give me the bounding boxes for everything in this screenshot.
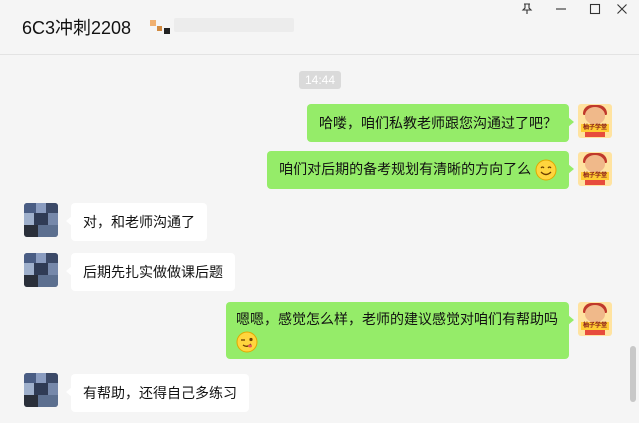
- title-bar: 6C3冲刺2208: [0, 0, 639, 55]
- contact-avatar[interactable]: [24, 373, 58, 407]
- message-bubble-received[interactable]: 后期先扎实做做课后题: [66, 253, 235, 291]
- my-avatar[interactable]: 柚子学堂: [578, 152, 612, 186]
- message-timestamp: 14:44: [299, 71, 341, 89]
- chat-title: 6C3冲刺2208: [22, 18, 132, 38]
- chat-area[interactable]: 14:44 哈喽，咱们私教老师跟您沟通过了吧？ 柚子学堂 咱们对后期的备考规划有…: [0, 56, 639, 423]
- smile-emoji-icon: [535, 159, 557, 181]
- minimize-icon[interactable]: [544, 0, 578, 18]
- avatar-badge: 柚子学堂: [581, 124, 609, 132]
- close-icon[interactable]: [605, 0, 639, 18]
- avatar-badge: 柚子学堂: [581, 322, 609, 330]
- message-text: 有帮助，还得自己多练习: [83, 385, 237, 401]
- contact-avatar[interactable]: [24, 203, 58, 237]
- my-avatar[interactable]: 柚子学堂: [578, 104, 612, 138]
- title-obscured-text: [150, 16, 300, 36]
- wink-emoji-icon: [236, 331, 258, 353]
- message-bubble-received[interactable]: 有帮助，还得自己多练习: [66, 374, 249, 412]
- message-text: 哈喽，咱们私教老师跟您沟通过了吧？: [319, 115, 557, 131]
- contact-avatar[interactable]: [24, 253, 58, 287]
- avatar-badge: 柚子学堂: [581, 172, 609, 180]
- pin-icon[interactable]: [510, 0, 544, 18]
- message-bubble-sent[interactable]: 咱们对后期的备考规划有清晰的方向了么: [267, 151, 574, 190]
- message-text: 咱们对后期的备考规划有清晰的方向了么: [279, 161, 532, 177]
- message-text: 嗯嗯，感觉怎么样，老师的建议感觉对咱们有帮助吗: [236, 311, 558, 327]
- message-text: 对，和老师沟通了: [83, 214, 195, 230]
- message-bubble-sent[interactable]: 嗯嗯，感觉怎么样，老师的建议感觉对咱们有帮助吗: [226, 302, 574, 360]
- chat-scrollbar[interactable]: [630, 346, 636, 402]
- message-bubble-sent[interactable]: 哈喽，咱们私教老师跟您沟通过了吧？: [307, 104, 574, 142]
- message-bubble-received[interactable]: 对，和老师沟通了: [66, 203, 207, 241]
- message-text: 后期先扎实做做课后题: [83, 264, 223, 280]
- my-avatar[interactable]: 柚子学堂: [578, 302, 612, 336]
